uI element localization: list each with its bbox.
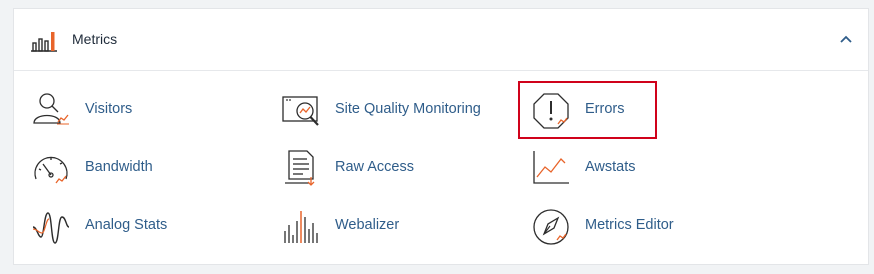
item-label: Bandwidth bbox=[85, 159, 153, 175]
item-label: Visitors bbox=[85, 101, 133, 117]
bandwidth-icon bbox=[31, 149, 71, 189]
webalizer-icon bbox=[281, 207, 321, 247]
site-quality-icon bbox=[281, 91, 321, 131]
errors-highlight-box bbox=[518, 81, 657, 139]
awstats-icon bbox=[531, 149, 571, 189]
section-title: Metrics bbox=[72, 31, 118, 47]
item-label: Site Quality Monitoring bbox=[335, 101, 481, 117]
chevron-up-icon[interactable] bbox=[839, 34, 853, 44]
visitors-icon bbox=[31, 91, 71, 131]
metrics-panel: Metrics Visitors Site Quality Monitoring… bbox=[13, 8, 869, 265]
bar-chart-icon bbox=[30, 28, 58, 52]
item-label: Webalizer bbox=[335, 217, 400, 233]
item-label: Metrics Editor bbox=[585, 217, 674, 233]
item-label: Awstats bbox=[585, 159, 636, 175]
raw-access-icon bbox=[281, 149, 321, 189]
item-label: Analog Stats bbox=[85, 217, 168, 233]
metrics-editor-icon bbox=[531, 207, 571, 247]
panel-header[interactable]: Metrics bbox=[14, 9, 868, 71]
analog-stats-icon bbox=[31, 207, 71, 247]
item-label: Raw Access bbox=[335, 159, 414, 175]
